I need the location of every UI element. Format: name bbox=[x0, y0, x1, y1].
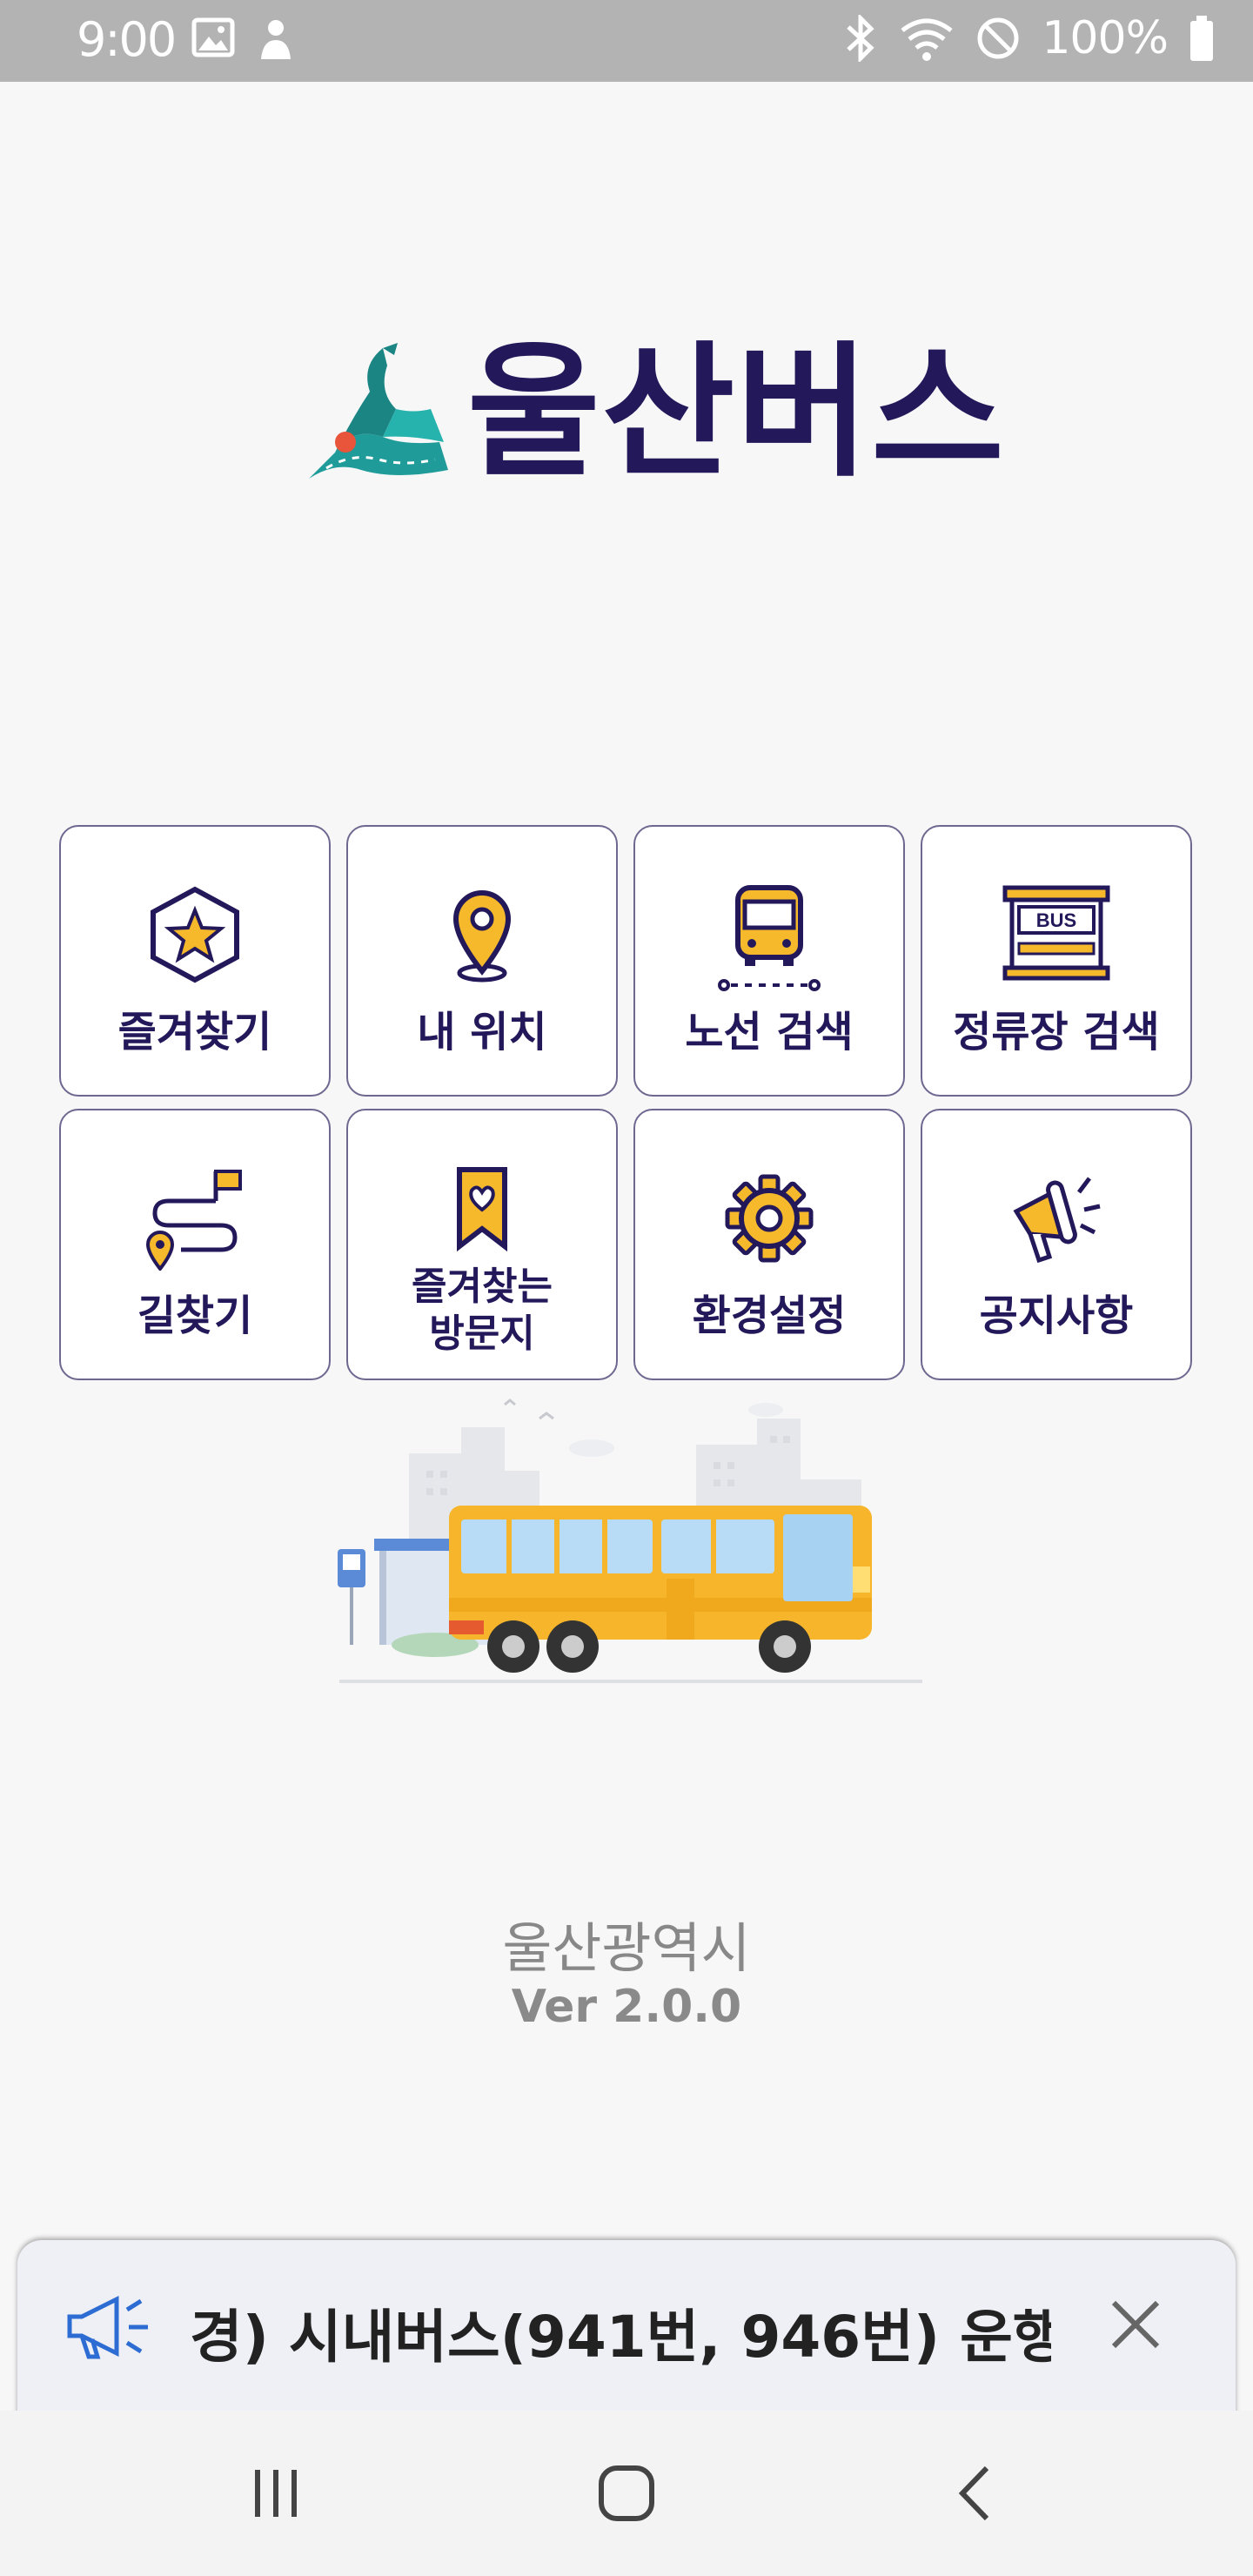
location-pin-icon bbox=[452, 890, 512, 983]
notice-banner[interactable]: 경) 시내버스(941번, 946번) 운행 bbox=[17, 2240, 1236, 2432]
menu-favorites[interactable]: 즐겨찾기 bbox=[59, 825, 331, 1097]
notice-text[interactable]: 경) 시내버스(941번, 946번) 운행 bbox=[190, 2291, 1051, 2374]
bus-stop-icon: BUS bbox=[1002, 885, 1110, 981]
logo-mark-icon bbox=[309, 343, 448, 479]
dnd-icon bbox=[977, 17, 1019, 59]
star-badge-icon bbox=[151, 886, 239, 983]
menu-label: 내 위치 bbox=[417, 1008, 547, 1057]
status-bar: 9:00 100% bbox=[0, 0, 1253, 82]
status-time: 9:00 bbox=[77, 12, 177, 67]
app-title: 울산버스 bbox=[467, 329, 1006, 497]
bus-sign-text: BUS bbox=[1036, 909, 1076, 931]
organization-name: 울산광역시 bbox=[502, 1916, 751, 1980]
gear-icon bbox=[725, 1174, 814, 1263]
menu-label: 환경설정 bbox=[692, 1291, 847, 1340]
image-icon bbox=[191, 17, 235, 57]
bus-route-icon bbox=[718, 885, 821, 991]
app-version: Ver 2.0.0 bbox=[511, 1981, 742, 2033]
recents-button[interactable] bbox=[228, 2445, 324, 2541]
menu-stop-search[interactable]: BUS 정류장 검색 bbox=[921, 825, 1192, 1097]
close-icon[interactable] bbox=[1105, 2294, 1166, 2355]
bookmark-heart-icon bbox=[457, 1167, 507, 1252]
menu-label: 즐겨찾기 bbox=[117, 1008, 272, 1057]
menu-label-line1: 즐겨찾는 bbox=[412, 1265, 553, 1309]
recents-icon bbox=[255, 2470, 297, 2517]
menu-label-line2: 방문지 bbox=[429, 1311, 535, 1356]
menu-label: 공지사항 bbox=[979, 1291, 1134, 1340]
home-icon bbox=[599, 2465, 654, 2521]
menu-route-search[interactable]: 노선 검색 bbox=[633, 825, 905, 1097]
menu-grid: 즐겨찾기 내 위치 노선 검색 BUS 정류장 검색 길찾기 즐겨찾는 방문지 … bbox=[59, 825, 1192, 1380]
wifi-icon bbox=[901, 18, 953, 61]
menu-my-location[interactable]: 내 위치 bbox=[346, 825, 618, 1097]
menu-label: 길찾기 bbox=[137, 1291, 253, 1340]
menu-favorite-places[interactable]: 즐겨찾는 방문지 bbox=[346, 1109, 618, 1380]
battery-icon bbox=[1190, 16, 1213, 61]
person-icon bbox=[261, 20, 291, 59]
menu-settings[interactable]: 환경설정 bbox=[633, 1109, 905, 1380]
home-button[interactable] bbox=[579, 2445, 674, 2541]
megaphone-outline-icon bbox=[67, 2295, 148, 2359]
bluetooth-icon bbox=[847, 15, 874, 62]
app-logo: 울산버스 bbox=[300, 339, 1006, 487]
menu-label: 노선 검색 bbox=[685, 1008, 854, 1057]
megaphone-icon bbox=[1013, 1177, 1101, 1264]
battery-text: 100% bbox=[1042, 12, 1169, 64]
menu-label: 즐겨찾는 방문지 bbox=[348, 1264, 616, 1358]
menu-directions[interactable]: 길찾기 bbox=[59, 1109, 331, 1380]
navigation-bar bbox=[0, 2411, 1253, 2576]
menu-label: 정류장 검색 bbox=[953, 1008, 1160, 1057]
menu-notices[interactable]: 공지사항 bbox=[921, 1109, 1192, 1380]
bus-illustration bbox=[338, 1399, 922, 1683]
back-icon bbox=[958, 2465, 989, 2521]
route-flag-icon bbox=[145, 1170, 242, 1271]
back-button[interactable] bbox=[929, 2445, 1025, 2541]
